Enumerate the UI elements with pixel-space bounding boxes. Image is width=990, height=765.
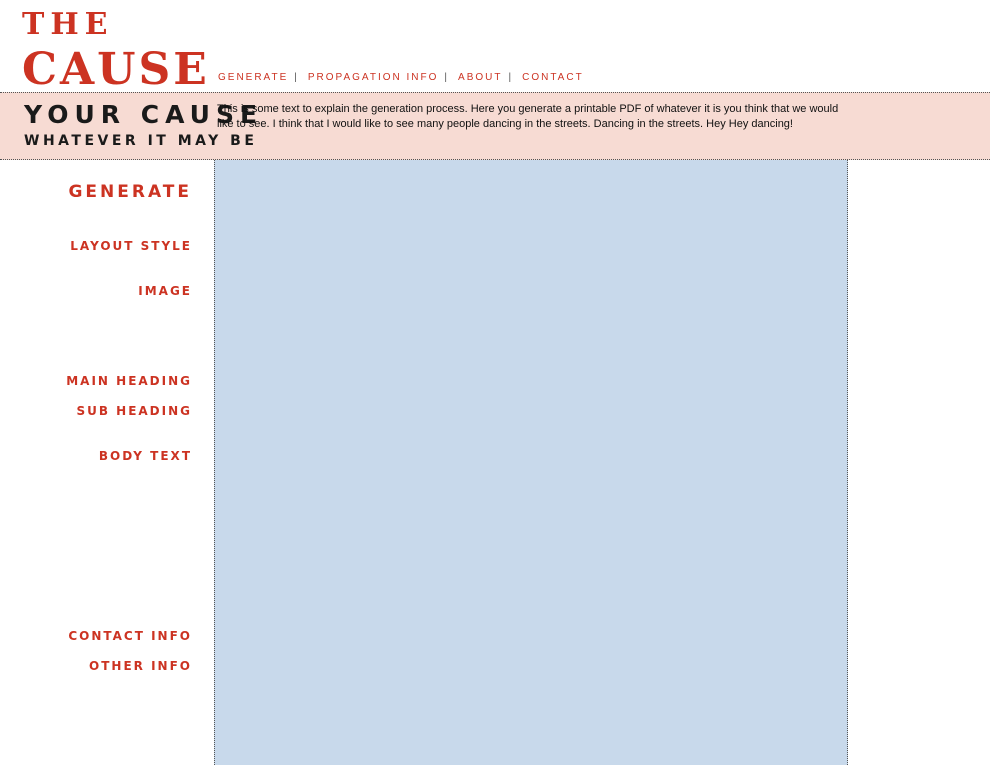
nav-generate-link[interactable]: GENERATE bbox=[218, 72, 288, 83]
logo-line-cause: CAUSE bbox=[22, 44, 210, 95]
nav-propagation-info-link[interactable]: PROPAGATION INFO bbox=[308, 72, 439, 83]
nav-separator: | bbox=[294, 72, 299, 83]
sidebar-item-other-info[interactable]: OTHER INFO bbox=[89, 659, 192, 673]
sidebar-item-sub-heading[interactable]: SUB HEADING bbox=[76, 404, 192, 418]
band-subtitle: WHATEVER IT MAY BE bbox=[24, 133, 258, 149]
sidebar-item-layout-style[interactable]: LAYOUT STYLE bbox=[70, 239, 192, 253]
nav-contact-link[interactable]: CONTACT bbox=[522, 72, 584, 83]
sidebar-item-contact-info[interactable]: CONTACT INFO bbox=[68, 629, 192, 643]
sidebar-item-image[interactable]: IMAGE bbox=[138, 284, 192, 298]
intro-band: YOUR CAUSE WHATEVER IT MAY BE This is so… bbox=[0, 92, 990, 160]
intro-text: This is some text to explain the generat… bbox=[217, 103, 839, 130]
top-nav: GENERATE | PROPAGATION INFO | ABOUT | CO… bbox=[218, 72, 584, 83]
generate-sidebar: GENERATE LAYOUT STYLE IMAGE MAIN HEADING… bbox=[0, 160, 192, 765]
sidebar-item-body-text[interactable]: BODY TEXT bbox=[99, 449, 192, 463]
sidebar-heading-generate: GENERATE bbox=[68, 182, 192, 202]
nav-about-link[interactable]: ABOUT bbox=[458, 72, 502, 83]
nav-separator: | bbox=[444, 72, 450, 83]
generate-content-area bbox=[214, 160, 848, 765]
sidebar-item-main-heading[interactable]: MAIN HEADING bbox=[66, 374, 192, 388]
nav-separator: | bbox=[508, 72, 514, 83]
logo-line-the: THE bbox=[22, 7, 114, 42]
